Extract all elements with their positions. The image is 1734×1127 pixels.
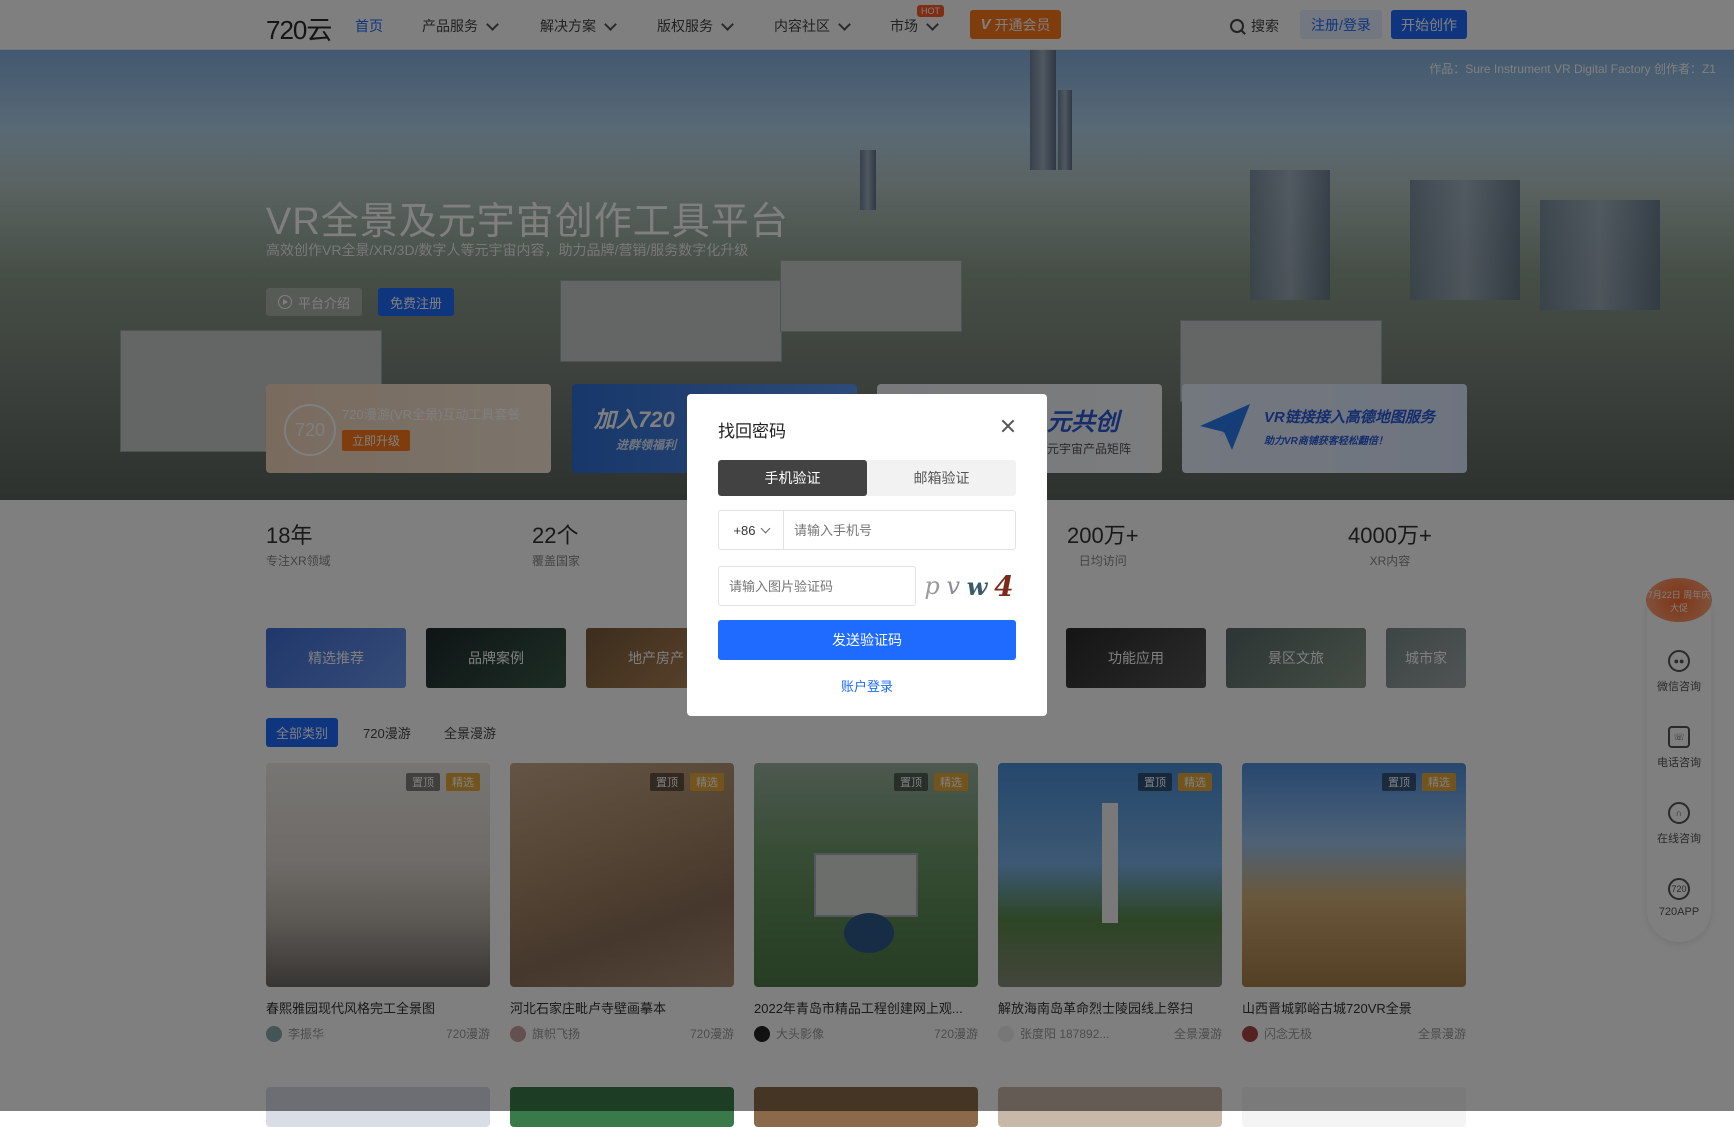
phone-field-row: +86 — [718, 510, 1016, 550]
country-code-select[interactable]: +86 — [719, 511, 784, 549]
account-login-link[interactable]: 账户登录 — [687, 676, 1047, 695]
dialog-title: 找回密码 — [718, 422, 786, 441]
captcha-image[interactable]: p v w 4 — [921, 566, 1017, 606]
chevron-down-icon — [760, 523, 770, 534]
captcha-input[interactable] — [718, 566, 916, 606]
captcha-char: p — [924, 572, 940, 600]
country-code-value: +86 — [733, 522, 756, 538]
close-icon[interactable] — [1000, 418, 1016, 434]
verify-method-tabs: 手机验证 邮箱验证 — [718, 460, 1016, 496]
phone-input[interactable] — [784, 511, 1015, 549]
reset-password-dialog: 找回密码 手机验证 邮箱验证 +86 p v w 4 发送验证码 账户登录 — [687, 394, 1047, 716]
captcha-char: v — [946, 572, 961, 600]
tab-email-verify[interactable]: 邮箱验证 — [867, 460, 1016, 496]
captcha-char: 4 — [994, 569, 1014, 603]
send-code-button[interactable]: 发送验证码 — [718, 620, 1016, 660]
tab-phone-verify[interactable]: 手机验证 — [718, 460, 867, 496]
captcha-char: w — [966, 571, 988, 601]
